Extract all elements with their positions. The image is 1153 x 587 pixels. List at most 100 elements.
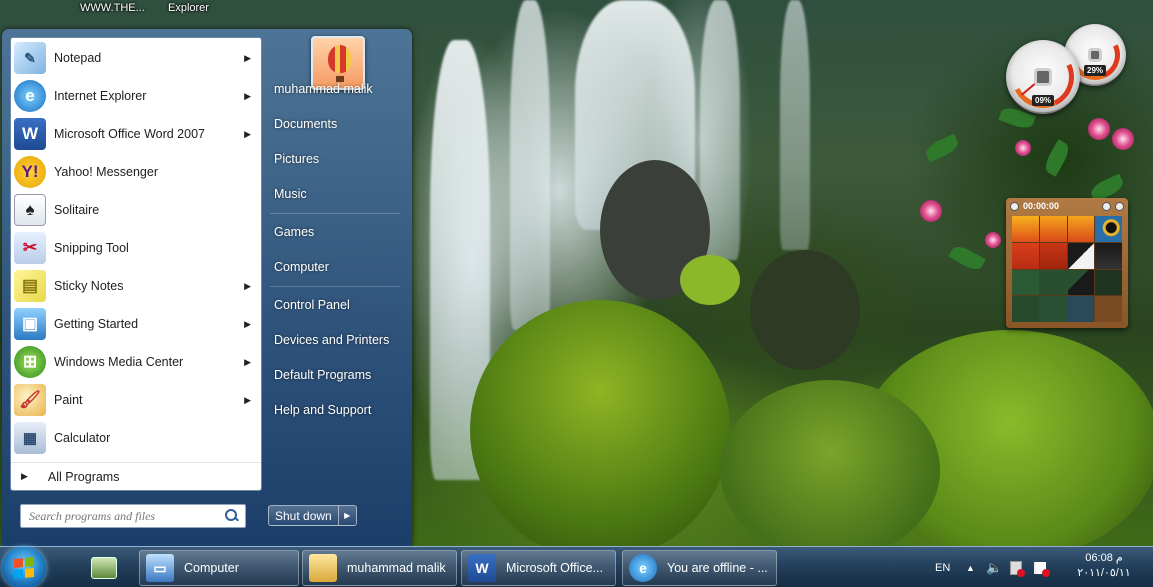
taskbar-button-computer[interactable]: ▭ Computer [139,550,299,586]
moss-rock-decoration [470,300,730,546]
sticky-notes-icon: ▤ [14,270,46,302]
program-label: Snipping Tool [54,241,129,255]
puzzle-tile[interactable] [1067,269,1095,296]
desktop-icon-label[interactable]: Explorer [168,2,209,14]
folder-icon [309,554,337,582]
puzzle-tile[interactable] [1039,216,1067,242]
submenu-arrow-icon[interactable]: ▶ [244,53,251,64]
start-search-box[interactable] [20,504,246,528]
waterfall-decoration [780,0,810,250]
program-yahoo-messenger[interactable]: Y! Yahoo! Messenger [11,154,261,190]
shutdown-button[interactable]: Shut down [268,505,339,526]
right-arrow-icon: ▶ [21,471,28,481]
search-input[interactable] [29,506,225,526]
flower-decoration [920,200,942,222]
puzzle-toolbar: 00:00:00 [1006,198,1128,214]
action-center-flag-icon[interactable] [1034,547,1050,587]
puzzle-tile[interactable] [1012,269,1039,296]
start-link-games[interactable]: Games [264,217,404,247]
puzzle-tile[interactable] [1095,269,1122,296]
media-center-icon: ⊞ [14,346,46,378]
shutdown-options-arrow-icon[interactable]: ▶ [338,505,357,526]
start-link-pictures[interactable]: Pictures [264,144,404,174]
cpu-meter-gadget[interactable]: 09% [1003,37,1083,117]
flower-decoration [1112,128,1134,150]
puzzle-tile[interactable] [1012,242,1039,269]
taskbar: ▭ Computer muhammad malik W Microsoft Of… [0,546,1153,587]
menu-separator [270,213,400,214]
puzzle-tile[interactable] [1095,216,1122,242]
search-icon[interactable] [225,509,239,523]
program-label: Yahoo! Messenger [54,165,158,179]
start-link-music[interactable]: Music [264,179,404,209]
start-link-computer[interactable]: Computer [264,252,404,282]
program-sticky-notes[interactable]: ▤ Sticky Notes ▶ [11,268,261,304]
language-indicator[interactable]: EN [935,547,950,587]
puzzle-empty-slot [1095,296,1122,322]
program-solitaire[interactable]: ♠ Solitaire [11,192,261,228]
system-clock[interactable]: 06:08 م ٢٠١١/٠٥/١١ [1066,551,1142,581]
puzzle-tile[interactable] [1067,296,1095,322]
shutdown-group: Shut down ▶ [268,505,357,526]
cpu-readout: 09% [1031,95,1055,106]
gauge-hub [1088,48,1102,62]
program-snipping-tool[interactable]: ✂ Snipping Tool [11,230,261,266]
program-label: Solitaire [54,203,100,217]
taskbar-button-folder[interactable]: muhammad malik [302,550,457,586]
start-link-devices-printers[interactable]: Devices and Printers [264,325,404,355]
puzzle-tile[interactable] [1039,296,1067,322]
program-calculator[interactable]: ▦ Calculator [11,420,261,456]
start-link-help-support[interactable]: Help and Support [264,395,404,425]
show-hidden-icons-arrow-icon[interactable]: ▲ [966,547,975,587]
clock-time: 06:08 م [1085,552,1123,564]
program-word-2007[interactable]: W Microsoft Office Word 2007 ▶ [11,116,261,152]
start-link-control-panel[interactable]: Control Panel [264,290,404,320]
waterfall-decoration [510,0,550,330]
puzzle-tile[interactable] [1095,242,1122,269]
submenu-arrow-icon[interactable]: ▶ [244,357,251,368]
submenu-arrow-icon[interactable]: ▶ [244,91,251,102]
taskbar-button-word[interactable]: W Microsoft Office... [461,550,616,586]
taskbar-button-label: Computer [184,561,239,575]
clock-icon[interactable] [1010,201,1019,211]
flower-decoration [1088,118,1110,140]
leaf-decoration [923,133,961,163]
puzzle-tile[interactable] [1067,242,1095,269]
puzzle-timer: 00:00:00 [1023,201,1060,211]
moss-rock-decoration [680,255,740,305]
internet-explorer-icon: e [14,80,46,112]
all-programs-label: All Programs [47,469,120,484]
computer-icon: ▭ [146,554,174,582]
start-link-user[interactable]: muhammad malik [264,74,404,104]
program-windows-media-center[interactable]: ⊞ Windows Media Center ▶ [11,344,261,380]
show-desktop-quicklaunch[interactable] [86,552,122,584]
all-programs-button[interactable]: ▶ All Programs [11,462,261,490]
submenu-arrow-icon[interactable]: ▶ [244,319,251,330]
program-label: Microsoft Office Word 2007 [54,127,205,141]
flower-decoration [1015,140,1031,156]
puzzle-tile[interactable] [1012,296,1039,322]
puzzle-tile[interactable] [1012,216,1039,242]
submenu-arrow-icon[interactable]: ▶ [244,395,251,406]
shuffle-icon[interactable] [1115,201,1124,211]
program-getting-started[interactable]: ▣ Getting Started ▶ [11,306,261,342]
program-paint[interactable]: 🖌 Paint ▶ [11,382,261,418]
network-icon[interactable] [1010,547,1025,587]
program-internet-explorer[interactable]: e Internet Explorer ▶ [11,78,261,114]
program-notepad[interactable]: ✎ Notepad ▶ [11,40,261,76]
desktop-icon-label[interactable]: WWW.THE... [80,2,145,14]
start-link-default-programs[interactable]: Default Programs [264,360,404,390]
taskbar-button-internet-explorer[interactable]: e You are offline - ... [622,550,777,586]
help-icon[interactable] [1102,201,1111,211]
puzzle-tile[interactable] [1067,216,1095,242]
submenu-arrow-icon[interactable]: ▶ [244,281,251,292]
puzzle-tile[interactable] [1039,269,1067,296]
clock-date: ٢٠١١/٠٥/١١ [1077,567,1131,579]
start-link-documents[interactable]: Documents [264,109,404,139]
puzzle-tile[interactable] [1039,242,1067,269]
volume-icon[interactable]: 🔈 [986,547,1002,587]
picture-puzzle-gadget[interactable]: 00:00:00 [1006,198,1128,328]
start-button[interactable] [2,547,46,587]
submenu-arrow-icon[interactable]: ▶ [244,129,251,140]
program-label: Paint [54,393,83,407]
